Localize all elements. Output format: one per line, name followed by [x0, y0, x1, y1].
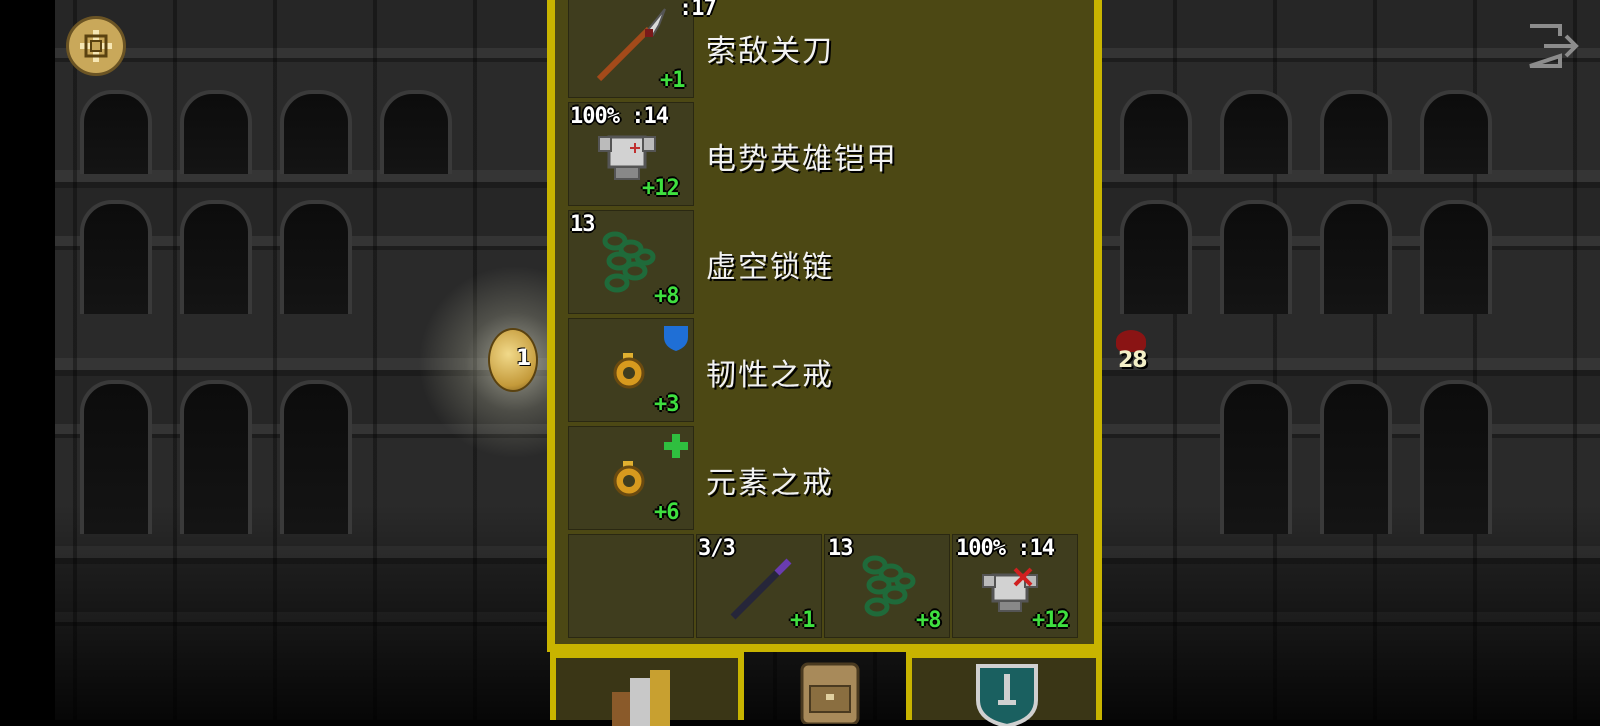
arch-decoration [1420, 200, 1492, 314]
item-badge: 100% :14 [570, 104, 669, 129]
upgrade-badge: +12 [1032, 608, 1070, 633]
arch-decoration [180, 380, 252, 534]
item-name[interactable]: 电势英雄铠甲 [706, 134, 898, 178]
backpack-icon [800, 662, 860, 724]
arch-decoration [180, 90, 252, 174]
item-badge: 13 [828, 536, 853, 561]
item-name[interactable]: 索敌关刀 [706, 26, 834, 70]
quickslot-empty[interactable] [568, 534, 694, 638]
arch-decoration [1320, 380, 1392, 534]
item-badge: :17 [679, 0, 717, 21]
exit-button[interactable] [1524, 20, 1584, 72]
arch-decoration [1120, 90, 1192, 174]
arch-decoration [80, 380, 152, 534]
arch-decoration [1320, 90, 1392, 174]
item-badge: 3/3 [698, 536, 736, 561]
sword-shield-icon [976, 664, 1038, 726]
menu-button[interactable] [66, 16, 126, 76]
upgrade-badge: +8 [654, 284, 679, 309]
arch-decoration [1120, 200, 1192, 314]
arch-decoration [280, 380, 352, 534]
item-name[interactable]: 元素之戒 [706, 458, 834, 502]
item-name[interactable]: 虚空锁链 [706, 242, 834, 286]
arch-decoration [1220, 90, 1292, 174]
books-icon [612, 670, 670, 726]
rune-compass-icon [80, 30, 112, 62]
exit-door-icon [1529, 24, 1579, 68]
arch-decoration [1220, 200, 1292, 314]
upgrade-badge: +1 [660, 68, 685, 93]
upgrade-badge: +12 [642, 176, 680, 201]
hero-avatar[interactable]: 1 [488, 328, 538, 392]
tab-catalog[interactable] [550, 652, 744, 726]
arch-decoration [1420, 380, 1492, 534]
upgrade-badge: +6 [654, 500, 679, 525]
item-name[interactable]: 韧性之戒 [706, 350, 834, 394]
upgrade-badge: +8 [916, 608, 941, 633]
hero-level: 1 [516, 346, 532, 371]
arch-decoration [1220, 380, 1292, 534]
item-badge: 100% :14 [956, 536, 1055, 561]
arch-decoration [380, 90, 452, 174]
blue-shield-icon [664, 326, 688, 351]
arch-decoration [1320, 200, 1392, 314]
arch-decoration [1420, 90, 1492, 174]
arch-decoration [80, 90, 152, 174]
arch-decoration [280, 200, 352, 314]
enemy-marker-value: 28 [1118, 348, 1148, 373]
arch-decoration [180, 200, 252, 314]
upgrade-badge: +1 [790, 608, 815, 633]
green-plus-icon [664, 434, 688, 458]
upgrade-badge: +3 [654, 392, 679, 417]
arch-decoration [280, 90, 352, 174]
tab-backpack[interactable] [758, 652, 892, 724]
enemy-marker[interactable]: 28 [1112, 330, 1152, 392]
tab-equipment[interactable] [906, 652, 1102, 726]
item-badge: 13 [570, 212, 595, 237]
arch-decoration [80, 200, 152, 314]
